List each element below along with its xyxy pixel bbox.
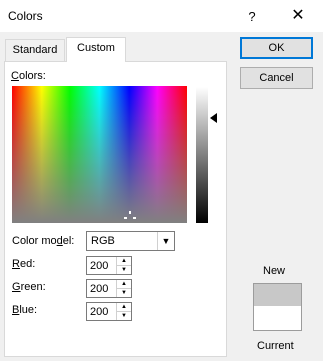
red-up-arrow-icon[interactable]: ▲ [117,257,131,266]
green-value[interactable]: 200 [90,283,108,295]
green-up-arrow-icon[interactable]: ▲ [117,280,131,289]
red-spinner[interactable]: 200 ▲ ▼ [86,256,132,275]
chevron-down-icon[interactable]: ▼ [157,232,174,250]
luminance-slider[interactable] [196,87,208,223]
blue-spinner[interactable]: 200 ▲ ▼ [86,302,132,321]
window-title: Colors [8,9,43,23]
new-color-swatch [253,283,302,306]
red-value[interactable]: 200 [90,260,108,272]
tab-custom[interactable]: Custom [66,37,126,62]
color-model-select[interactable]: RGB ▼ [86,231,175,251]
green-label: Green: [12,281,46,293]
ok-button[interactable]: OK [240,37,313,59]
green-down-arrow-icon[interactable]: ▼ [117,289,131,297]
title-bar [0,0,323,32]
blue-label: Blue: [12,304,38,316]
help-button[interactable]: ? [240,7,264,27]
tab-standard[interactable]: Standard [5,39,65,61]
color-spectrum-picker[interactable] [12,86,187,223]
close-button[interactable]: ✕ [285,5,311,27]
new-label: New [263,265,286,277]
luminance-arrow-icon[interactable] [210,113,217,123]
current-color-swatch [253,306,302,331]
red-label: Red: [12,258,36,270]
red-down-arrow-icon[interactable]: ▼ [117,266,131,274]
blue-up-arrow-icon[interactable]: ▲ [117,303,131,312]
cancel-button[interactable]: Cancel [240,67,313,89]
colors-label: Colors: [11,70,46,82]
green-spinner[interactable]: 200 ▲ ▼ [86,279,132,298]
blue-down-arrow-icon[interactable]: ▼ [117,312,131,320]
blue-value[interactable]: 200 [90,306,108,318]
color-model-label: Color model: [12,235,75,247]
crosshair-icon [124,211,136,223]
current-label: Current [257,340,294,352]
color-model-value: RGB [91,235,115,247]
